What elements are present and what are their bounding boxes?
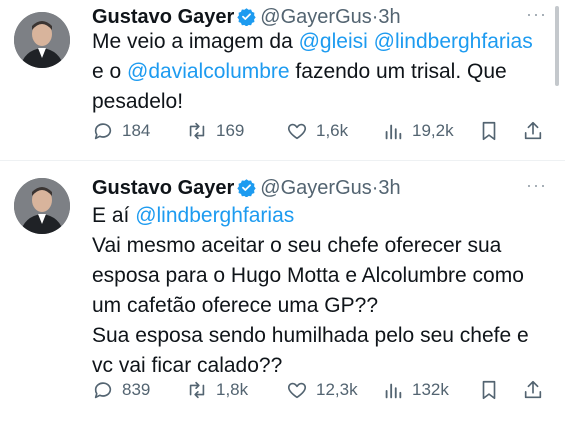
text-segment: fazendo um trisal. Que	[289, 60, 507, 83]
text-segment: um cafetão oferece uma GP??	[92, 294, 378, 317]
avatar[interactable]	[14, 12, 70, 68]
author-name[interactable]: Gustavo Gayer	[92, 6, 234, 28]
text-segment: esposa para o Hugo Motta e Alcolumbre co…	[92, 264, 524, 287]
bookmark-button[interactable]	[478, 375, 508, 405]
retweet-count: 169	[216, 121, 245, 140]
heart-icon	[287, 382, 307, 399]
bookmark-button[interactable]	[478, 116, 508, 146]
views-button[interactable]: 19,2k	[382, 116, 454, 146]
view-count: 19,2k	[412, 121, 454, 140]
share-button[interactable]	[522, 375, 552, 405]
text-segment: E aí	[92, 204, 136, 227]
tweet[interactable]: Gustavo Gayer @GayerGus·3h ··· E aí @lind…	[0, 165, 565, 421]
tweet-actions: 184 169 1,6k 19,2k	[92, 116, 552, 146]
tweet-text: Me veio a imagem da @gleisi @lindberghfa…	[92, 27, 547, 117]
verified-badge-icon	[237, 178, 256, 198]
avatar[interactable]	[14, 178, 70, 234]
reply-button[interactable]: 839	[92, 375, 150, 405]
retweet-button[interactable]: 1,8k	[186, 375, 248, 405]
bookmark-icon	[482, 380, 496, 400]
share-icon	[524, 380, 542, 399]
like-button[interactable]: 1,6k	[286, 116, 348, 146]
avatar-image	[14, 12, 70, 68]
tweet-actions: 839 1,8k 12,3k 132k	[92, 375, 552, 405]
text-segment: Sua esposa sendo humilhada pelo seu chef…	[92, 324, 529, 347]
mention-link[interactable]: @gleisi	[299, 30, 368, 53]
verified-badge-icon	[237, 7, 256, 27]
tweet-line: e o @davialcolumbre fazendo um trisal. Q…	[92, 57, 547, 87]
timestamp[interactable]: 3h	[378, 177, 400, 199]
tweet-line: Sua esposa sendo humilhada pelo seu chef…	[92, 321, 547, 351]
text-segment: e o	[92, 60, 128, 83]
mention-link[interactable]: @davialcolumbre	[127, 60, 290, 83]
retweet-icon	[189, 381, 205, 399]
author-name[interactable]: Gustavo Gayer	[92, 177, 234, 199]
retweet-button[interactable]: 169	[186, 116, 244, 146]
view-count: 132k	[412, 380, 449, 399]
reply-icon	[94, 123, 112, 140]
views-chart-icon	[385, 124, 402, 140]
like-button[interactable]: 12,3k	[286, 375, 358, 405]
like-count: 1,6k	[316, 121, 349, 140]
timestamp[interactable]: 3h	[378, 6, 400, 28]
tweet-line: um cafetão oferece uma GP??	[92, 291, 547, 321]
tweet-line: pesadelo!	[92, 87, 547, 117]
avatar-image	[14, 178, 70, 234]
text-segment: vc vai ficar calado??	[92, 354, 283, 377]
tweet[interactable]: Gustavo Gayer @GayerGus·3h ··· Me veio a …	[0, 0, 565, 160]
bookmark-icon	[482, 121, 496, 141]
like-count: 12,3k	[316, 380, 358, 399]
tweet-text: E aí @lindberghfarias Vai mesmo aceitar …	[92, 201, 547, 381]
tweet-header: Gustavo Gayer @GayerGus·3h	[92, 175, 401, 201]
views-chart-icon	[385, 383, 402, 399]
retweet-count: 1,8k	[216, 380, 249, 399]
scrollbar[interactable]	[555, 6, 559, 86]
author-handle[interactable]: @GayerGus	[260, 6, 371, 28]
divider	[0, 160, 565, 161]
text-segment: Vai mesmo aceitar o seu chefe oferecer s…	[92, 234, 502, 257]
views-button[interactable]: 132k	[382, 375, 449, 405]
mention-link[interactable]: @lindberghfarias	[135, 204, 294, 227]
more-options-icon[interactable]: ···	[526, 4, 547, 25]
author-handle[interactable]: @GayerGus	[260, 177, 371, 199]
heart-icon	[287, 123, 307, 140]
reply-count: 839	[122, 380, 151, 399]
reply-icon	[94, 382, 112, 399]
more-options-icon[interactable]: ···	[526, 175, 547, 196]
text-segment: Me veio a imagem da	[92, 30, 299, 53]
tweet-line: Vai mesmo aceitar o seu chefe oferecer s…	[92, 231, 547, 261]
share-button[interactable]	[522, 116, 552, 146]
share-icon	[524, 121, 542, 140]
tweet-line: esposa para o Hugo Motta e Alcolumbre co…	[92, 261, 547, 291]
tweet-line: E aí @lindberghfarias	[92, 201, 547, 231]
reply-button[interactable]: 184	[92, 116, 150, 146]
retweet-icon	[189, 122, 205, 140]
reply-count: 184	[122, 121, 151, 140]
mention-link[interactable]: @lindberghfarias	[374, 30, 533, 53]
text-segment: pesadelo!	[92, 90, 184, 113]
tweet-line: Me veio a imagem da @gleisi @lindberghfa…	[92, 27, 547, 57]
